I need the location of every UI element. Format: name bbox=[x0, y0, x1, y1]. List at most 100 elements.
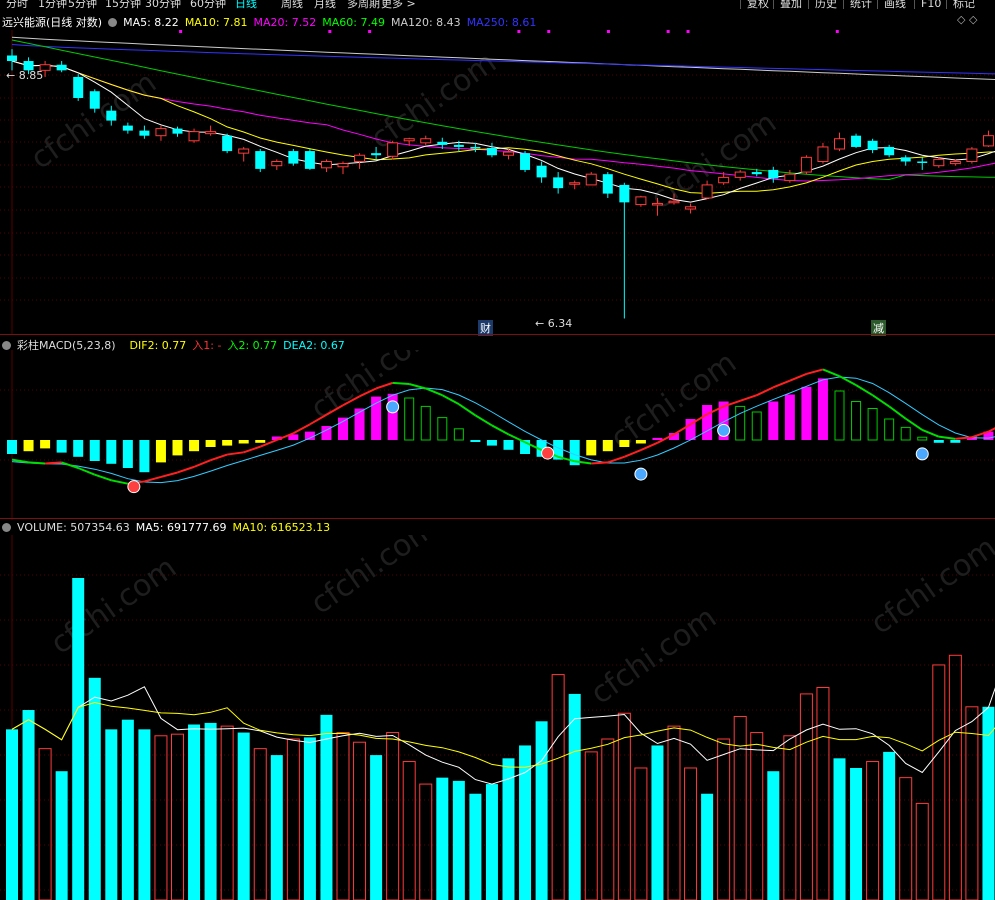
period-tab-4[interactable]: 30分钟 bbox=[145, 0, 181, 9]
candle-body-up bbox=[949, 160, 961, 165]
macd-bar bbox=[950, 440, 961, 443]
signal-dot bbox=[368, 30, 372, 33]
dif-line bbox=[739, 394, 758, 402]
dif-line bbox=[177, 465, 195, 474]
candle-body-up bbox=[155, 128, 167, 137]
volume-bar-down bbox=[320, 714, 333, 900]
volume-chart[interactable]: cfchi.com cfchi.com cfchi.com cfchi.com bbox=[0, 535, 995, 900]
macd-bar bbox=[884, 418, 895, 441]
candle-body-up bbox=[635, 196, 647, 206]
tool-button-0[interactable]: 复权 bbox=[740, 0, 769, 9]
period-tab-7[interactable]: 周线 bbox=[281, 0, 303, 9]
dif-line bbox=[408, 383, 427, 390]
dif-line bbox=[921, 428, 940, 438]
candle-body-down bbox=[7, 55, 17, 62]
legend-item: MA60: 7.49 bbox=[322, 16, 385, 29]
candle-body-up bbox=[387, 142, 399, 157]
settings-dot-icon[interactable] bbox=[108, 17, 118, 27]
period-tab-3[interactable]: 15分钟 bbox=[105, 0, 141, 9]
signal-dot bbox=[606, 30, 610, 33]
macd-bar bbox=[470, 440, 481, 442]
volume-bar-up bbox=[154, 735, 168, 900]
dif-line bbox=[872, 394, 890, 408]
macd-bar bbox=[7, 440, 17, 454]
panel-controls[interactable]: ◇ ◇ bbox=[957, 13, 977, 26]
dif-line bbox=[987, 427, 995, 433]
sell-signal-ball bbox=[634, 467, 648, 481]
macd-bar bbox=[768, 401, 779, 440]
tool-button-6[interactable]: 标记 bbox=[946, 0, 975, 9]
candle-body-up bbox=[701, 184, 713, 199]
dif-line bbox=[591, 461, 608, 465]
volume-bar-down bbox=[105, 729, 118, 900]
low-price-label: ← 6.34 bbox=[535, 317, 573, 330]
macd-bar bbox=[735, 405, 746, 441]
candle-body-up bbox=[188, 131, 200, 142]
candle-body-down bbox=[768, 169, 779, 179]
volume-bar-up bbox=[220, 725, 234, 900]
period-tab-10[interactable]: 更多 > bbox=[381, 0, 416, 9]
volume-bar-up bbox=[286, 738, 300, 900]
buy-signal-ball bbox=[127, 480, 141, 494]
volume-bar-up bbox=[601, 738, 615, 900]
macd-bar bbox=[40, 440, 51, 449]
volume-bar-down bbox=[452, 780, 465, 900]
candle-body-up bbox=[503, 151, 514, 156]
period-tab-5[interactable]: 60分钟 bbox=[190, 0, 226, 9]
macd-bar bbox=[867, 408, 878, 441]
volume-bar-down bbox=[469, 793, 482, 900]
candle-body-down bbox=[867, 140, 878, 151]
macd-bar bbox=[437, 417, 448, 441]
volume-bar-up bbox=[965, 706, 979, 900]
volume-bar-up bbox=[667, 725, 681, 900]
volume-bar-down bbox=[651, 745, 664, 900]
volume-bar-down bbox=[121, 719, 134, 900]
macd-bar bbox=[702, 405, 713, 440]
macd-bar bbox=[73, 440, 84, 457]
period-tab-8[interactable]: 月线 bbox=[314, 0, 336, 9]
tool-button-3[interactable]: 统计 bbox=[843, 0, 872, 9]
volume-bar-up bbox=[38, 748, 52, 900]
watermark: cfchi.com bbox=[865, 535, 995, 642]
macd-bar bbox=[933, 440, 944, 443]
volume-bar-up bbox=[336, 732, 350, 900]
volume-bar-down bbox=[767, 771, 780, 900]
candle-body-up bbox=[933, 158, 945, 167]
macd-bar bbox=[635, 440, 646, 444]
dif-line bbox=[458, 403, 476, 417]
macd-chart[interactable]: cfchi.comcfchi.com bbox=[0, 350, 995, 520]
period-tab-1[interactable]: 1分钟 bbox=[38, 0, 67, 9]
volume-settings-icon[interactable] bbox=[2, 522, 11, 532]
volume-bar-up bbox=[733, 715, 747, 900]
volume-title[interactable]: VOLUME: 507354.63 bbox=[17, 521, 130, 534]
period-tab-9[interactable]: 多周期 bbox=[347, 0, 380, 9]
stock-title[interactable]: 远兴能源(日线 对数) bbox=[2, 16, 102, 29]
tool-button-1[interactable]: 叠加 bbox=[773, 0, 802, 9]
kline-chart[interactable]: cfchi.com cfchi.comcfchi.com bbox=[0, 30, 995, 335]
macd-settings-icon[interactable] bbox=[2, 340, 11, 350]
dif-line bbox=[227, 451, 244, 456]
signal-dot bbox=[328, 30, 332, 33]
volume-bar-up bbox=[617, 712, 631, 900]
period-tab-6[interactable]: 日线 bbox=[235, 0, 257, 9]
tool-button-5[interactable]: F10 bbox=[914, 0, 941, 9]
legend-item: MA5: 8.22 bbox=[123, 16, 179, 29]
volume-bar-up bbox=[783, 735, 797, 900]
candle-body-down bbox=[900, 157, 911, 162]
ma250-line bbox=[11, 44, 995, 75]
watermark: cfchi.com bbox=[305, 535, 443, 622]
dif-line bbox=[61, 461, 79, 469]
tool-button-4[interactable]: 画线 bbox=[877, 0, 906, 9]
candle-body-down bbox=[73, 76, 84, 98]
buy-signal-ball bbox=[541, 446, 555, 460]
candle-body-up bbox=[817, 146, 829, 162]
tool-button-2[interactable]: 历史 bbox=[808, 0, 837, 9]
candle-body-down bbox=[106, 110, 117, 121]
period-tab-2[interactable]: 5分钟 bbox=[68, 0, 97, 9]
macd-bar bbox=[255, 440, 266, 443]
macd-bar bbox=[801, 386, 812, 440]
volume-bar-down bbox=[568, 693, 581, 900]
candle-body-down bbox=[139, 130, 150, 136]
period-tab-0[interactable]: 分时 bbox=[6, 0, 28, 9]
volume-bar-up bbox=[750, 732, 764, 900]
